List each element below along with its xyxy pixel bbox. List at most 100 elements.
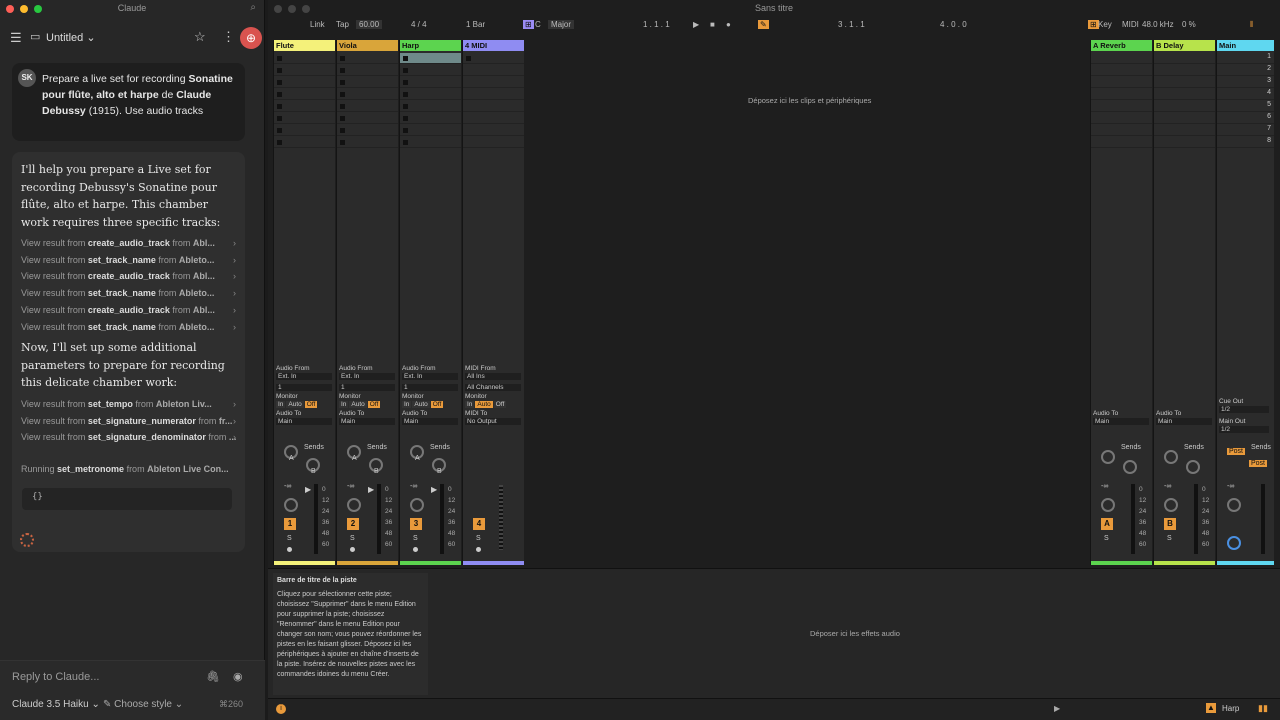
solo-button[interactable]: S (350, 535, 355, 542)
post-button[interactable]: Post (1227, 448, 1246, 455)
clip-slot[interactable] (1091, 113, 1152, 124)
monitor-option[interactable]: In (339, 401, 349, 408)
tap-button[interactable]: Tap (336, 20, 349, 29)
scale-mode-icon[interactable]: ⊞ (523, 20, 534, 29)
loop-start-field[interactable]: 3 . 1 . 1 (838, 20, 865, 29)
position-field[interactable]: 1 . 1 . 1 (643, 20, 670, 29)
loop-length-field[interactable]: 4 . 0 . 0 (940, 20, 967, 29)
view-result-row[interactable]: View result from set_track_name from Abl… (21, 322, 236, 336)
track-title-bar[interactable]: 4 MIDI (463, 40, 524, 51)
tempo-field[interactable]: 60.00 (356, 20, 383, 29)
new-chat-button[interactable]: ⊕ (240, 27, 262, 49)
stop-button-icon[interactable] (466, 56, 471, 61)
clip-slot[interactable] (1154, 101, 1215, 112)
stop-button-icon[interactable] (340, 104, 345, 109)
clip-slot[interactable] (274, 113, 335, 124)
clip-slot[interactable] (463, 77, 524, 88)
monitor-option[interactable]: In (276, 401, 286, 408)
volume-value[interactable]: -∞ (1101, 483, 1108, 490)
solo-button[interactable]: S (287, 535, 292, 542)
link-button[interactable]: Link (310, 20, 325, 29)
stop-button-icon[interactable] (403, 80, 408, 85)
scene-launch[interactable]: 2 (1217, 65, 1274, 76)
volume-value[interactable]: -∞ (347, 483, 354, 490)
stop-button-icon[interactable] (340, 80, 345, 85)
stop-button-icon[interactable] (403, 116, 408, 121)
track-title-bar[interactable]: Flute (274, 40, 335, 51)
clip-slot[interactable] (1154, 53, 1215, 64)
clip-slot[interactable] (400, 89, 461, 100)
clip-slot[interactable] (400, 77, 461, 88)
clip-slot[interactable] (337, 77, 398, 88)
send-a-knob[interactable] (1101, 450, 1115, 464)
arm-record-icon[interactable] (350, 547, 355, 552)
arm-record-icon[interactable] (287, 547, 292, 552)
send-a-knob[interactable] (1164, 450, 1178, 464)
stop-button-icon[interactable] (340, 116, 345, 121)
automation-arm-icon[interactable]: ✎ (758, 20, 769, 29)
record-icon[interactable]: ● (726, 20, 731, 29)
clip-slot[interactable] (1091, 125, 1152, 136)
stop-button-icon[interactable] (403, 92, 408, 97)
play-icon[interactable]: ▶ (1054, 704, 1060, 713)
stop-button-icon[interactable] (340, 68, 345, 73)
output-select[interactable]: Main (402, 418, 458, 425)
clip-slot[interactable] (274, 125, 335, 136)
return-activator-button[interactable]: A (1101, 518, 1113, 530)
track-title-bar[interactable]: Viola (337, 40, 398, 51)
search-icon[interactable]: ⌕ (250, 2, 256, 13)
view-result-row[interactable]: View result from create_audio_track from… (21, 305, 236, 319)
cue-volume-knob[interactable] (1227, 536, 1241, 550)
input-type-select[interactable]: Ext. In (402, 373, 458, 380)
paperclip-icon[interactable]: 🖇 (206, 670, 220, 683)
solo-button[interactable]: S (1104, 535, 1109, 542)
clip-slot[interactable] (1091, 89, 1152, 100)
star-icon[interactable]: ☆ (194, 29, 206, 45)
scene-launch[interactable]: 6 (1217, 113, 1274, 124)
input-type-select[interactable]: All Ins (465, 373, 521, 380)
input-channel-select[interactable]: 1 (276, 384, 332, 391)
input-channel-select[interactable]: 1 (339, 384, 395, 391)
clip-slot[interactable] (1154, 77, 1215, 88)
view-result-row[interactable]: View result from set_track_name from Abl… (21, 288, 236, 302)
volume-value[interactable]: -∞ (284, 483, 291, 490)
monitor-option[interactable]: In (465, 401, 475, 408)
clip-slot[interactable] (463, 137, 524, 148)
clip-slot[interactable] (274, 77, 335, 88)
stop-button-icon[interactable] (277, 116, 282, 121)
scene-launch[interactable]: 7 (1217, 125, 1274, 136)
chat-title-dropdown[interactable]: Untitled ⌄ (46, 31, 96, 44)
scene-launch[interactable]: 5 (1217, 101, 1274, 112)
stop-button-icon[interactable] (277, 104, 282, 109)
pan-knob[interactable] (410, 498, 424, 512)
monitor-option[interactable]: In (402, 401, 412, 408)
clip-slot[interactable] (400, 53, 461, 64)
clip-slot[interactable] (1154, 65, 1215, 76)
view-result-row[interactable]: View result from set_tempo from Ableton … (21, 399, 236, 413)
volume-value[interactable]: -∞ (1227, 483, 1234, 490)
style-selector[interactable]: ✎ Choose style ⌄ (103, 699, 183, 710)
quantize-select[interactable]: 1 Bar (466, 20, 485, 29)
clip-slot[interactable] (400, 125, 461, 136)
clip-slot[interactable] (337, 53, 398, 64)
menu-icon[interactable]: ☰ (10, 30, 22, 46)
master-title-bar[interactable]: Main (1217, 40, 1274, 51)
solo-button[interactable]: S (476, 535, 481, 542)
view-result-row[interactable]: View result from create_audio_track from… (21, 238, 236, 252)
clip-slot[interactable] (400, 101, 461, 112)
clip-slot[interactable] (1154, 125, 1215, 136)
record-icon[interactable]: ◉ (233, 670, 243, 683)
monitor-switch[interactable]: In Auto Off (339, 401, 381, 408)
scale-select[interactable]: Major (548, 20, 575, 29)
scene-launch[interactable]: 8 (1217, 137, 1274, 148)
track-activator-button[interactable]: 3 (410, 518, 422, 530)
stop-button-icon[interactable] (403, 104, 408, 109)
monitor-option[interactable]: Auto (286, 401, 304, 408)
stop-button-icon[interactable] (277, 80, 282, 85)
send-b-knob[interactable] (1123, 460, 1137, 474)
monitor-option[interactable]: Auto (475, 401, 493, 408)
post-button[interactable]: Post (1249, 460, 1268, 467)
monitor-switch[interactable]: In Auto Off (402, 401, 444, 408)
scene-launch[interactable]: 1 (1217, 53, 1274, 64)
track-activator-button[interactable]: 4 (473, 518, 485, 530)
